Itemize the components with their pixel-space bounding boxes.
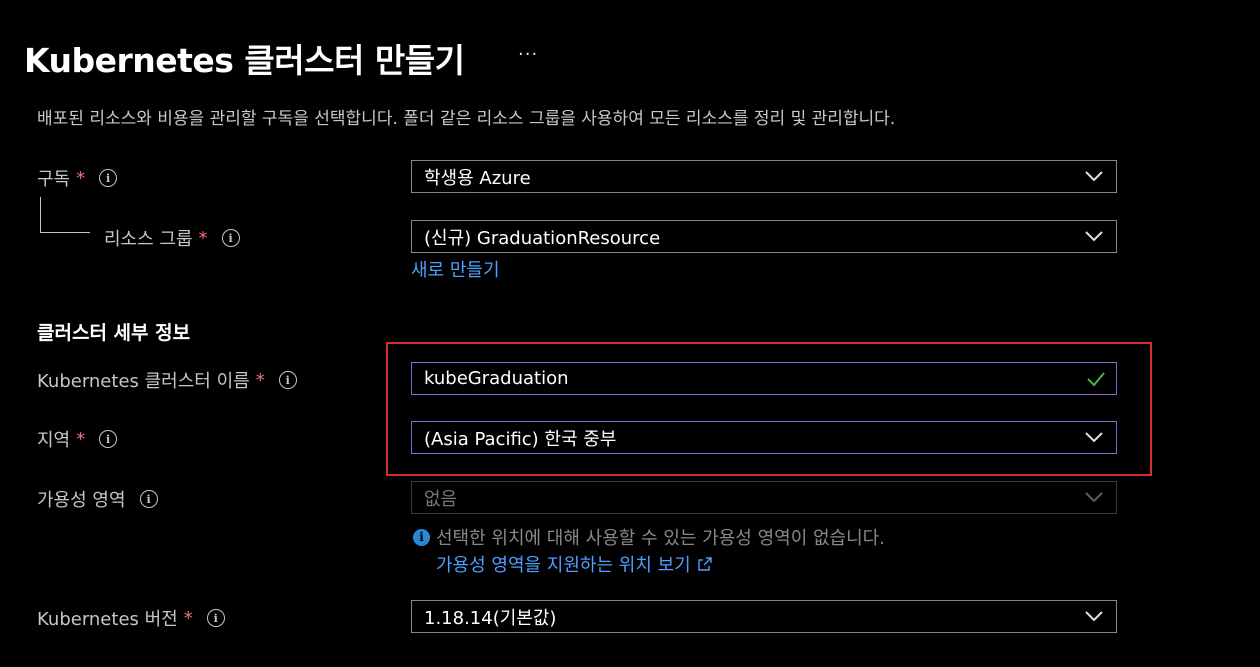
- external-link-icon: [698, 557, 712, 571]
- subscription-label-row: 구독 * i: [37, 165, 118, 191]
- info-icon[interactable]: i: [99, 169, 118, 187]
- availability-note: i 선택한 위치에 대해 사용할 수 있는 가용성 영역이 없습니다.: [413, 524, 885, 550]
- cluster-details-heading: 클러스터 세부 정보: [37, 322, 191, 344]
- availability-label: 가용성 영역: [37, 490, 126, 511]
- region-label: 지역: [37, 430, 71, 451]
- availability-value: 없음: [424, 488, 458, 510]
- create-new-link[interactable]: 새로 만들기: [411, 256, 500, 282]
- info-icon[interactable]: i: [278, 371, 297, 389]
- tree-connector: [40, 197, 41, 233]
- chevron-down-icon: [1085, 492, 1103, 503]
- info-icon[interactable]: i: [206, 609, 225, 627]
- availability-dropdown: 없음: [411, 481, 1117, 514]
- required-marker: *: [183, 607, 193, 629]
- page-title: Kubernetes 클러스터 만들기: [24, 41, 465, 80]
- availability-note-text: 선택한 위치에 대해 사용할 수 있는 가용성 영역이 없습니다.: [436, 528, 885, 549]
- availability-locations-link[interactable]: 가용성 영역을 지원하는 위치 보기: [436, 551, 713, 577]
- info-icon[interactable]: i: [139, 490, 158, 508]
- availability-link-text: 가용성 영역을 지원하는 위치 보기: [436, 555, 691, 576]
- version-dropdown[interactable]: 1.18.14(기본값): [411, 600, 1117, 633]
- more-options-button[interactable]: ···: [518, 44, 538, 65]
- subscription-value: 학생용 Azure: [424, 167, 531, 189]
- version-value: 1.18.14(기본값): [424, 607, 557, 629]
- resource-group-value: (신규) GraduationResource: [424, 227, 661, 249]
- required-marker: *: [255, 369, 265, 391]
- info-icon[interactable]: i: [99, 430, 118, 448]
- tree-connector: [40, 232, 90, 233]
- resource-group-label-row: 리소스 그룹 * i: [104, 225, 240, 251]
- required-marker: *: [198, 227, 208, 249]
- info-icon[interactable]: i: [221, 229, 240, 247]
- cluster-name-label: Kubernetes 클러스터 이름: [37, 371, 250, 392]
- availability-label-row: 가용성 영역 i: [37, 486, 158, 512]
- chevron-down-icon: [1085, 231, 1103, 242]
- intro-text: 배포된 리소스와 비용을 관리할 구독을 선택합니다. 폴더 같은 리소스 그룹…: [37, 109, 896, 129]
- cluster-name-label-row: Kubernetes 클러스터 이름 * i: [37, 367, 297, 393]
- version-label: Kubernetes 버전: [37, 609, 178, 630]
- info-filled-icon: i: [413, 528, 430, 546]
- highlight-box: [386, 342, 1152, 476]
- required-marker: *: [76, 167, 86, 189]
- subscription-dropdown[interactable]: 학생용 Azure: [411, 160, 1117, 193]
- resource-group-label: 리소스 그룹: [104, 229, 193, 250]
- chevron-down-icon: [1085, 171, 1103, 182]
- subscription-label: 구독: [37, 169, 71, 190]
- region-label-row: 지역 * i: [37, 426, 118, 452]
- required-marker: *: [76, 428, 86, 450]
- resource-group-dropdown[interactable]: (신규) GraduationResource: [411, 220, 1117, 253]
- chevron-down-icon: [1085, 611, 1103, 622]
- version-label-row: Kubernetes 버전 * i: [37, 605, 225, 631]
